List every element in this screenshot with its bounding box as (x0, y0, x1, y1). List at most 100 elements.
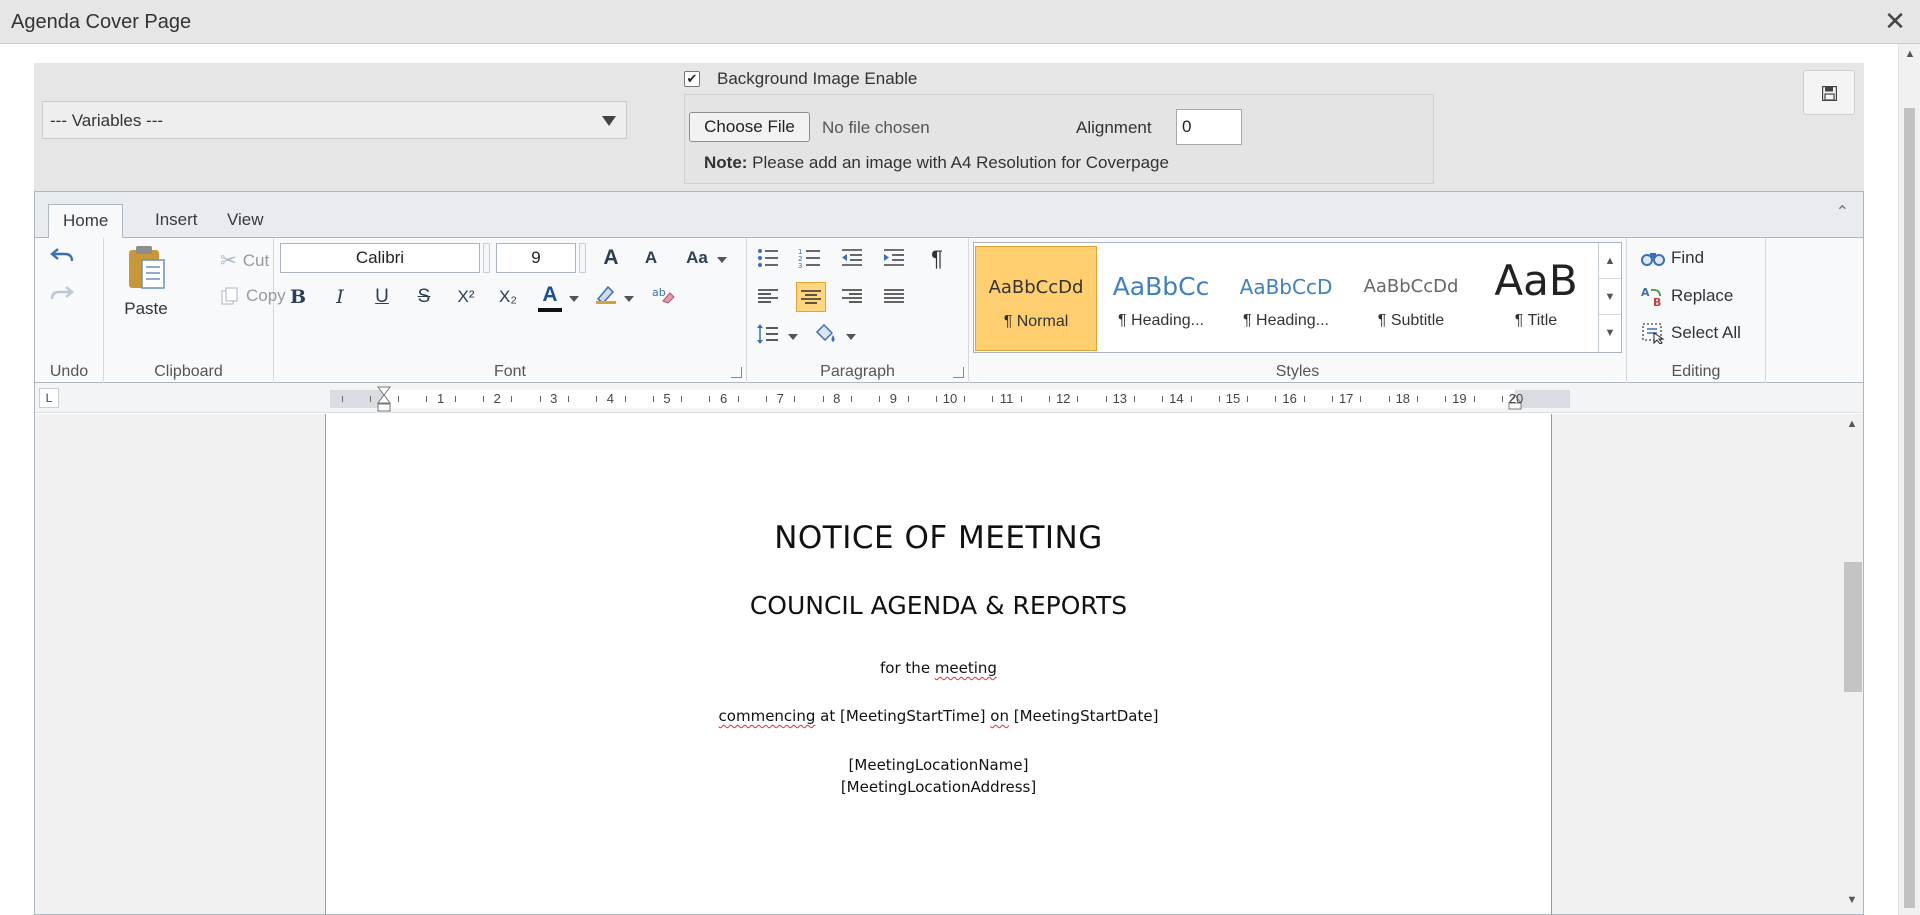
ruler-number: 17 (1338, 391, 1354, 406)
align-left-button[interactable] (754, 282, 784, 312)
grow-font-button[interactable]: A (597, 244, 625, 272)
find-label: Find (1671, 248, 1705, 267)
font-size-input[interactable]: 9 (496, 243, 576, 273)
doc-scroll-up-icon[interactable]: ▲ (1841, 418, 1863, 430)
font-color-button[interactable]: A (536, 281, 564, 309)
increase-indent-button[interactable] (880, 244, 910, 274)
choose-file-button[interactable]: Choose File (689, 112, 810, 142)
show-marks-button[interactable]: ¶ (922, 244, 952, 274)
highlight-dropdown-icon[interactable] (624, 296, 634, 302)
italic-button[interactable]: I (326, 283, 354, 311)
alignment-input[interactable]: 0 (1176, 109, 1242, 145)
bold-button[interactable]: B (284, 283, 312, 311)
change-case-dropdown-icon[interactable] (717, 257, 727, 263)
change-case-button[interactable]: Aa (680, 244, 714, 272)
underline-button[interactable]: U (368, 283, 396, 311)
document-page[interactable]: NOTICE OF MEETING COUNCIL AGENDA & REPOR… (325, 414, 1552, 914)
styles-more-icon[interactable]: ▼ (1599, 315, 1621, 351)
tab-home[interactable]: Home (48, 204, 124, 239)
ruler-number: 20 (1508, 391, 1524, 406)
scroll-up-icon[interactable]: ▲ (1899, 48, 1920, 60)
ruler-number: 5 (663, 391, 671, 406)
tab-stop-selector-icon[interactable]: L (39, 388, 59, 408)
undo-button[interactable] (49, 246, 75, 266)
ruler-tick (1162, 396, 1164, 402)
bullets-button[interactable] (754, 244, 784, 274)
ruler-tick (822, 396, 824, 402)
spellcheck-word: commencing (718, 707, 816, 725)
background-image-enable[interactable]: ✔ Background Image Enable (684, 69, 917, 89)
note-text: Please add an image with A4 Resolution f… (747, 153, 1169, 172)
font-name-dropdown[interactable] (483, 243, 490, 273)
align-right-button[interactable] (838, 282, 868, 312)
ruler-number: 1 (436, 391, 445, 406)
align-center-button[interactable] (796, 282, 826, 312)
styles-scroll-down-icon[interactable]: ▼ (1599, 279, 1621, 315)
redo-button[interactable] (49, 284, 75, 304)
background-image-checkbox[interactable]: ✔ (684, 71, 700, 87)
font-name-input[interactable]: Calibri (280, 243, 480, 273)
editing-group-title: Editing (1671, 363, 1721, 380)
style-normal[interactable]: AaBbCcDd ¶ Normal (975, 246, 1097, 351)
shrink-font-button[interactable]: A (637, 244, 665, 272)
ruler-number: 14 (1169, 391, 1184, 406)
strikethrough-button[interactable]: S (410, 283, 438, 311)
ruler-tick (907, 396, 909, 402)
tab-view[interactable]: View (213, 204, 278, 238)
background-file-box: Choose File No file chosen Alignment 0 N… (684, 94, 1434, 184)
style-title[interactable]: AaB ¶ Title (1475, 246, 1597, 351)
ruler-number: 7 (776, 391, 784, 406)
rich-text-editor: Home Insert View ⌃ Undo Paste ✂ Cut Copy… (34, 191, 1864, 915)
replace-button[interactable]: AB Replace (1641, 285, 1733, 307)
doc-scroll-down-icon[interactable]: ▼ (1841, 894, 1863, 906)
close-icon[interactable]: ✕ (1882, 8, 1908, 34)
line-spacing-dropdown-icon[interactable] (788, 334, 798, 340)
ruler-tick (737, 396, 739, 402)
copy-icon (221, 287, 238, 305)
paste-icon (129, 246, 165, 289)
justify-button[interactable] (880, 282, 910, 312)
font-color-dropdown-icon[interactable] (569, 296, 579, 302)
superscript-button[interactable]: X² (452, 283, 480, 311)
doc-scroll-thumb[interactable] (1844, 562, 1862, 692)
horizontal-ruler[interactable]: 1 2 3 4 5 6 7 8 9 10 11 12 13 14 15 16 17 18 19 20 (330, 386, 1570, 412)
style-heading-1[interactable]: AaBbCc ¶ Heading... (1100, 246, 1222, 351)
line-spacing-button[interactable] (754, 320, 784, 350)
ruler-tick (539, 396, 541, 402)
style-heading-2[interactable]: AaBbCcD ¶ Heading... (1225, 246, 1347, 351)
shading-button[interactable] (811, 320, 841, 350)
highlight-button[interactable] (592, 283, 620, 311)
svg-text:ab: ab (652, 286, 666, 299)
numbering-button[interactable]: 123 (796, 244, 826, 274)
outer-scrollbar[interactable]: ▲ (1898, 44, 1920, 915)
document-scrollbar[interactable]: ▲ ▼ (1841, 414, 1863, 914)
ruler-tick (369, 396, 371, 402)
first-line-indent-marker[interactable] (377, 386, 391, 412)
subscript-button[interactable]: X₂ (494, 283, 522, 311)
decrease-indent-button[interactable] (838, 244, 868, 274)
styles-scroll-up-icon[interactable]: ▲ (1599, 243, 1621, 279)
ruler-tick (1049, 396, 1051, 402)
paste-button[interactable]: Paste (122, 244, 170, 319)
clear-format-button[interactable]: ab (649, 283, 677, 311)
line-spacing-icon (757, 324, 778, 344)
chevron-down-icon (602, 116, 616, 126)
variables-select[interactable]: --- Variables --- (42, 101, 627, 139)
save-button[interactable] (1803, 70, 1855, 115)
select-all-button[interactable]: Select All (1641, 322, 1741, 344)
find-button[interactable]: Find (1641, 248, 1704, 268)
outer-scroll-thumb[interactable] (1904, 108, 1915, 908)
collapse-ribbon-icon[interactable]: ⌃ (1836, 202, 1849, 222)
shading-dropdown-icon[interactable] (846, 334, 856, 340)
tab-insert[interactable]: Insert (141, 204, 212, 238)
alignment-label: Alignment (1076, 118, 1152, 137)
font-size-dropdown[interactable] (579, 243, 586, 273)
highlight-icon (596, 285, 616, 305)
ruler-tick (1133, 396, 1135, 402)
cover-page-config: --- Variables --- ✔ Background Image Ena… (34, 63, 1864, 191)
italic-icon: I (336, 286, 344, 308)
ruler-tick (454, 396, 456, 402)
cut-button[interactable]: ✂ Cut (220, 248, 269, 273)
style-heading-2-sample: AaBbCcD (1239, 275, 1333, 299)
style-subtitle[interactable]: AaBbCcDd ¶ Subtitle (1350, 246, 1472, 351)
